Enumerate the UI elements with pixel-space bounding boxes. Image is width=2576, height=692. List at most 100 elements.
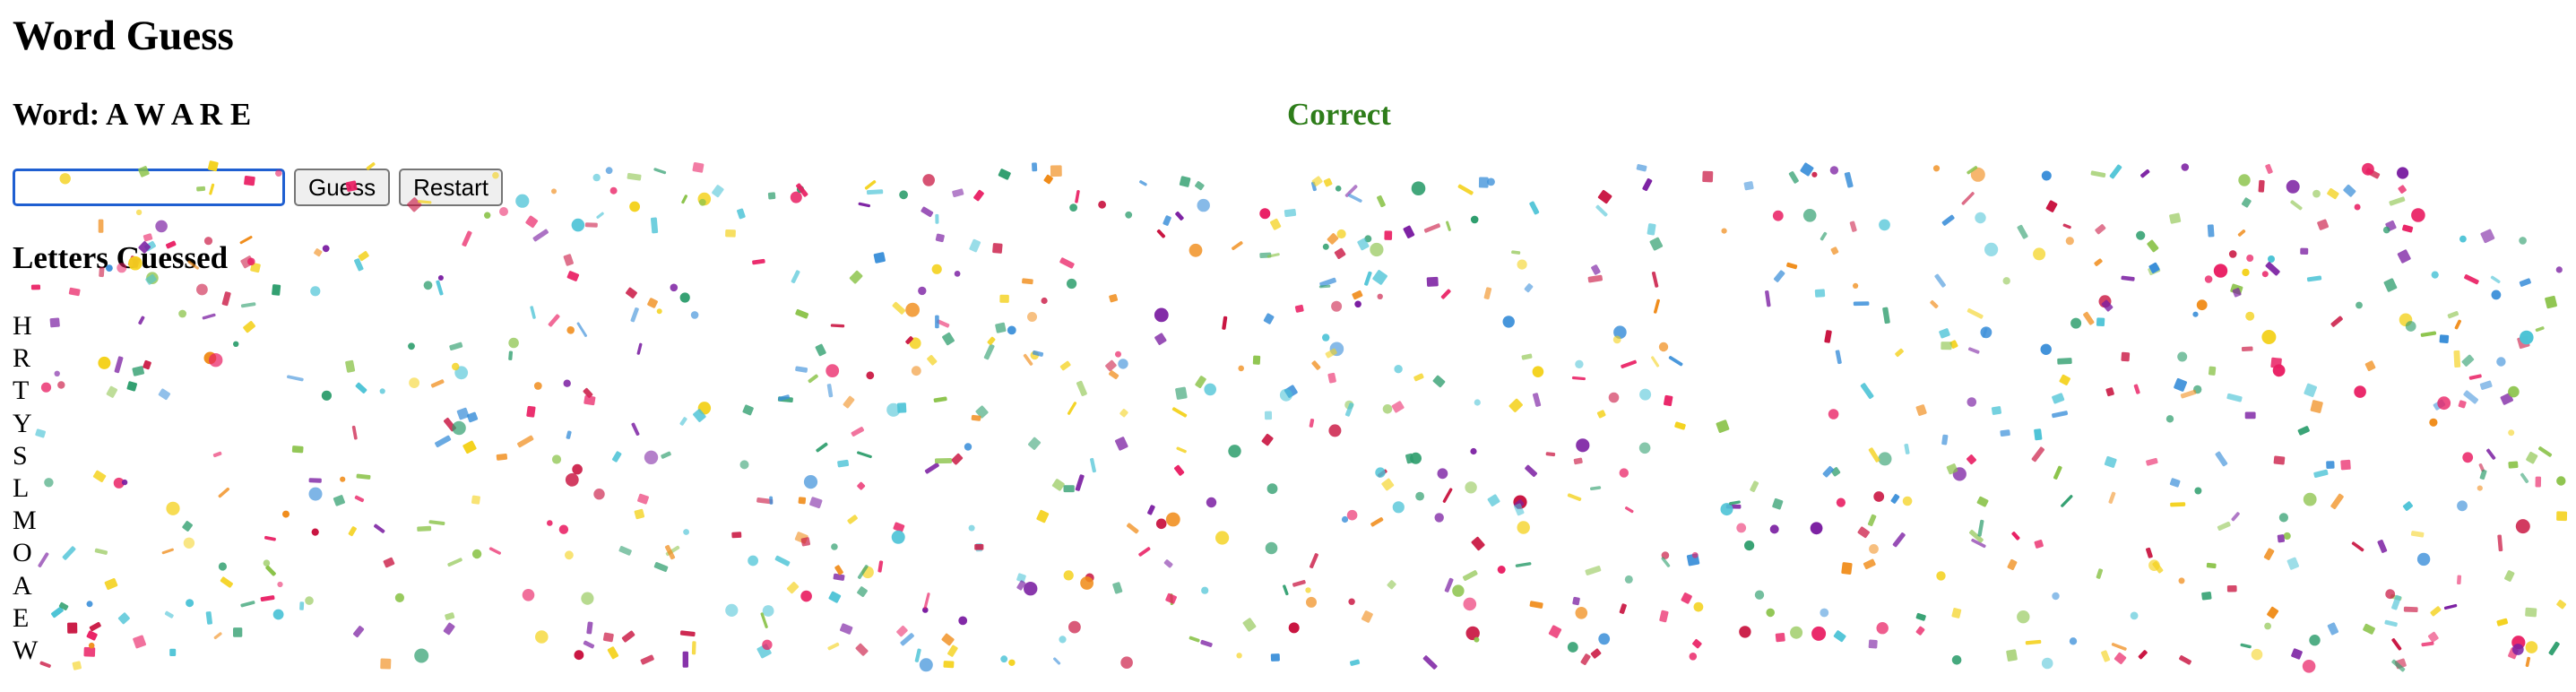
- confetti-piece: [1348, 598, 1355, 605]
- confetti-piece: [282, 510, 290, 518]
- confetti-piece: [2267, 606, 2279, 619]
- confetti-piece: [847, 515, 858, 524]
- confetti-piece: [1876, 622, 1889, 635]
- confetti-piece: [1165, 593, 1177, 604]
- confetti-piece: [2193, 385, 2202, 394]
- confetti-piece: [454, 366, 469, 380]
- confetti-piece: [1043, 174, 1053, 185]
- confetti-piece: [2556, 511, 2568, 522]
- confetti-piece: [1836, 497, 1846, 507]
- confetti-piece: [964, 443, 972, 451]
- confetti-piece: [1772, 497, 1784, 510]
- confetti-piece: [239, 236, 253, 245]
- confetti-piece: [2463, 390, 2478, 404]
- confetti-piece: [2265, 163, 2273, 174]
- confetti-piece: [203, 351, 217, 365]
- confetti-piece: [1576, 438, 1590, 453]
- confetti-piece: [2511, 644, 2524, 655]
- confetti-piece: [1457, 184, 1474, 195]
- confetti-piece: [1023, 353, 1033, 366]
- confetti-piece: [348, 526, 357, 537]
- confetti-piece: [2146, 457, 2158, 466]
- confetti-piece: [240, 302, 256, 308]
- confetti-piece: [1138, 547, 1151, 557]
- confetti-piece: [532, 229, 549, 242]
- confetti-piece: [800, 537, 811, 547]
- confetti-piece: [1471, 536, 1485, 551]
- confetti-piece: [1686, 553, 1700, 567]
- confetti-piece: [2556, 476, 2566, 486]
- confetti-piece: [893, 522, 905, 532]
- confetti-piece: [737, 208, 746, 220]
- guessed-letter: M: [13, 506, 37, 536]
- confetti-piece: [1195, 376, 1206, 389]
- confetti-piece: [408, 342, 415, 350]
- confetti-piece: [1658, 342, 1669, 352]
- confetti-piece: [1364, 235, 1372, 243]
- confetti-piece: [2511, 636, 2526, 650]
- confetti-piece: [896, 402, 907, 413]
- confetti-piece: [2121, 351, 2131, 362]
- confetti-piece: [800, 590, 812, 602]
- confetti-piece: [1154, 307, 1169, 323]
- confetti-piece: [2520, 472, 2529, 484]
- confetti-piece: [1575, 607, 1588, 619]
- confetti-piece: [1238, 365, 1244, 372]
- confetti-piece: [975, 542, 982, 552]
- confetti-piece: [1050, 165, 1062, 177]
- confetti-piece: [1189, 636, 1200, 643]
- confetti-piece: [1405, 453, 1414, 464]
- confetti-piece: [1653, 298, 1660, 314]
- confetti-piece: [2105, 387, 2114, 397]
- confetti-piece: [1377, 293, 1383, 299]
- confetti-piece: [2490, 275, 2501, 284]
- confetti-piece: [86, 601, 93, 608]
- word-display: Word: A W A R E: [13, 97, 252, 132]
- confetti-piece: [1442, 488, 1453, 503]
- confetti-piece: [310, 286, 321, 297]
- confetti-piece: [1270, 653, 1280, 662]
- confetti-piece: [1105, 359, 1117, 372]
- confetti-piece: [2538, 446, 2553, 457]
- confetti-piece: [2196, 299, 2208, 311]
- confetti-piece: [634, 508, 645, 520]
- confetti-piece: [1292, 580, 1306, 587]
- confetti-piece: [2520, 330, 2534, 345]
- confetti-piece: [558, 524, 569, 534]
- confetti-piece: [1967, 166, 1978, 175]
- confetti-piece: [1952, 467, 1967, 481]
- confetti-piece: [1967, 347, 1980, 354]
- confetti-piece: [1384, 230, 1393, 240]
- confetti-piece: [756, 644, 772, 659]
- confetti-piece: [1744, 541, 1755, 551]
- confetti-piece: [1259, 208, 1271, 220]
- confetti-piece: [221, 291, 231, 307]
- confetti-piece: [2458, 400, 2467, 409]
- guess-input[interactable]: [13, 169, 285, 206]
- confetti-piece: [2270, 357, 2282, 369]
- confetti-piece: [931, 264, 942, 274]
- confetti-piece: [1119, 409, 1128, 418]
- confetti-piece: [1571, 376, 1586, 381]
- confetti-piece: [322, 245, 330, 253]
- confetti-piece: [1112, 582, 1123, 594]
- confetti-piece: [698, 198, 706, 206]
- confetti-piece: [947, 644, 958, 657]
- confetti-piece: [522, 589, 535, 601]
- confetti-piece: [921, 206, 934, 218]
- confetti-piece: [581, 592, 594, 605]
- confetti-piece: [1382, 404, 1393, 414]
- confetti-piece: [2508, 385, 2520, 398]
- guess-button[interactable]: Guess: [294, 169, 391, 206]
- confetti-piece: [843, 395, 855, 409]
- confetti-piece: [1915, 612, 1926, 621]
- confetti-piece: [1284, 208, 1297, 218]
- confetti-piece: [2146, 547, 2153, 558]
- confetti-piece: [681, 195, 688, 204]
- confetti-piece: [2486, 448, 2496, 460]
- confetti-piece: [849, 270, 863, 284]
- confetti-piece: [1890, 494, 1900, 504]
- restart-button[interactable]: Restart: [399, 169, 503, 206]
- confetti-piece: [2447, 311, 2459, 319]
- confetti-piece: [1432, 375, 1446, 388]
